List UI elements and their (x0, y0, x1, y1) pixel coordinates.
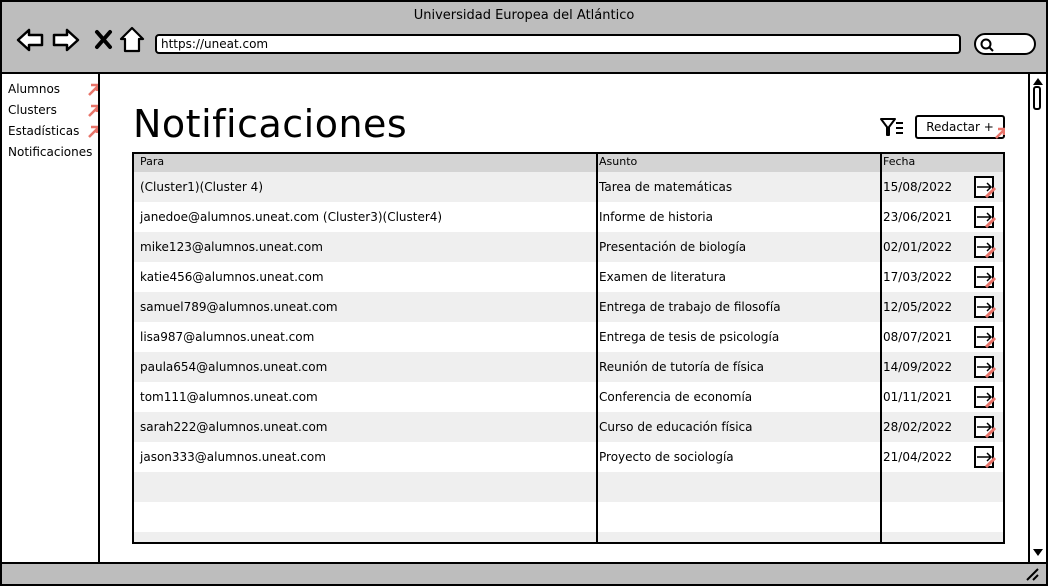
cell-para: tom111@alumnos.uneat.com (140, 390, 318, 404)
browser-toolbar: Universidad Europea del Atlántico https:… (2, 2, 1046, 74)
table-row[interactable]: sarah222@alumnos.uneat.com Curso de educ… (134, 412, 1003, 442)
scroll-down-icon[interactable] (1032, 548, 1044, 558)
search-box[interactable] (974, 33, 1036, 55)
status-bar (2, 562, 1046, 584)
column-header-asunto[interactable]: Asunto (599, 155, 637, 168)
cell-asunto: Examen de literatura (599, 270, 726, 284)
column-header-para[interactable]: Para (140, 155, 164, 168)
sidebar-item-label: Alumnos (8, 82, 61, 96)
empty-row (134, 532, 1003, 542)
table-row[interactable]: janedoe@alumnos.uneat.com (Cluster3)(Clu… (134, 202, 1003, 232)
cell-fecha: 01/11/2021 (883, 390, 953, 404)
open-message-icon[interactable] (974, 176, 996, 198)
cell-fecha: 15/08/2022 (883, 180, 953, 194)
open-message-icon[interactable] (974, 356, 996, 378)
table-row[interactable]: mike123@alumnos.uneat.com Presentación d… (134, 232, 1003, 262)
open-message-icon[interactable] (974, 236, 996, 258)
cell-fecha: 08/07/2021 (883, 330, 953, 344)
filter-icon[interactable] (879, 116, 905, 138)
cell-para: jason333@alumnos.uneat.com (140, 450, 326, 464)
browser-window: Universidad Europea del Atlántico https:… (0, 0, 1048, 586)
empty-row (134, 472, 1003, 502)
cell-fecha: 14/09/2022 (883, 360, 953, 374)
search-icon (980, 38, 994, 52)
cell-asunto: Entrega de tesis de psicología (599, 330, 780, 344)
table-row[interactable]: paula654@alumnos.uneat.com Reunión de tu… (134, 352, 1003, 382)
link-corner-icon (88, 83, 98, 96)
cell-para: (Cluster1)(Cluster 4) (140, 180, 263, 194)
sidebar-item-label: Estadísticas (8, 124, 80, 138)
sidebar-item-alumnos[interactable]: Alumnos (8, 80, 98, 98)
link-corner-icon (88, 125, 98, 138)
cell-asunto: Tarea de matemáticas (599, 180, 733, 194)
compose-button-label: Redactar + (926, 120, 994, 134)
table-header: Para Asunto Fecha (134, 154, 1003, 172)
cell-para: mike123@alumnos.uneat.com (140, 240, 323, 254)
scroll-thumb[interactable] (1033, 86, 1041, 110)
cell-asunto: Curso de educación física (599, 420, 753, 434)
back-arrow-icon[interactable] (16, 26, 44, 54)
forward-arrow-icon[interactable] (52, 26, 80, 54)
empty-row (134, 502, 1003, 532)
notifications-table: Para Asunto Fecha (Cluster1)(Cluster 4) … (132, 152, 1005, 544)
column-divider (596, 154, 598, 542)
column-divider (880, 154, 882, 542)
table-row[interactable]: katie456@alumnos.uneat.com Examen de lit… (134, 262, 1003, 292)
cell-fecha: 17/03/2022 (883, 270, 953, 284)
open-message-icon[interactable] (974, 296, 996, 318)
cell-para: katie456@alumnos.uneat.com (140, 270, 324, 284)
cell-fecha: 12/05/2022 (883, 300, 953, 314)
cell-asunto: Entrega de trabajo de filosofía (599, 300, 781, 314)
table-row[interactable]: samuel789@alumnos.uneat.com Entrega de t… (134, 292, 1003, 322)
window-title: Universidad Europea del Atlántico (413, 8, 635, 23)
sidebar-item-label: Notificaciones (8, 145, 93, 159)
table-row[interactable]: lisa987@alumnos.uneat.com Entrega de tes… (134, 322, 1003, 352)
compose-button[interactable]: Redactar + (915, 115, 1005, 139)
cell-asunto: Conferencia de economía (599, 390, 753, 404)
open-message-icon[interactable] (974, 416, 996, 438)
sidebar-item-notificaciones[interactable]: Notificaciones (8, 143, 98, 161)
open-message-icon[interactable] (974, 446, 996, 468)
open-message-icon[interactable] (974, 386, 996, 408)
sidebar: Alumnos Clusters Estadísticas Notificaci… (2, 74, 100, 562)
table-row[interactable]: (Cluster1)(Cluster 4) Tarea de matemátic… (134, 172, 1003, 202)
resize-grip-icon[interactable] (1024, 566, 1040, 582)
cell-para: paula654@alumnos.uneat.com (140, 360, 328, 374)
cell-para: sarah222@alumnos.uneat.com (140, 420, 328, 434)
cell-fecha: 23/06/2021 (883, 210, 953, 224)
link-corner-icon (995, 127, 1005, 139)
cell-para: lisa987@alumnos.uneat.com (140, 330, 315, 344)
cell-para: samuel789@alumnos.uneat.com (140, 300, 338, 314)
open-message-icon[interactable] (974, 206, 996, 228)
cell-asunto: Informe de historia (599, 210, 713, 224)
table-row[interactable]: jason333@alumnos.uneat.com Proyecto de s… (134, 442, 1003, 472)
sidebar-item-clusters[interactable]: Clusters (8, 101, 98, 119)
sidebar-item-estadisticas[interactable]: Estadísticas (8, 122, 98, 140)
link-corner-icon (88, 104, 98, 117)
home-icon[interactable] (118, 26, 146, 54)
cell-fecha: 21/04/2022 (883, 450, 953, 464)
open-message-icon[interactable] (974, 326, 996, 348)
url-input[interactable]: https://uneat.com (155, 34, 961, 54)
scroll-up-icon[interactable] (1032, 76, 1044, 86)
open-message-icon[interactable] (974, 266, 996, 288)
cell-asunto: Presentación de biología (599, 240, 747, 254)
vertical-scrollbar[interactable] (1028, 74, 1046, 562)
table-row[interactable]: tom111@alumnos.uneat.com Conferencia de … (134, 382, 1003, 412)
cell-fecha: 02/01/2022 (883, 240, 953, 254)
sidebar-item-label: Clusters (8, 103, 57, 117)
cell-asunto: Proyecto de sociología (599, 450, 734, 464)
cell-asunto: Reunión de tutoría de física (599, 360, 765, 374)
cell-fecha: 28/02/2022 (883, 420, 953, 434)
close-x-icon[interactable] (90, 26, 118, 54)
column-header-fecha[interactable]: Fecha (883, 155, 915, 168)
cell-para: janedoe@alumnos.uneat.com (Cluster3)(Clu… (140, 210, 443, 224)
page-title: Notificaciones (133, 102, 408, 146)
